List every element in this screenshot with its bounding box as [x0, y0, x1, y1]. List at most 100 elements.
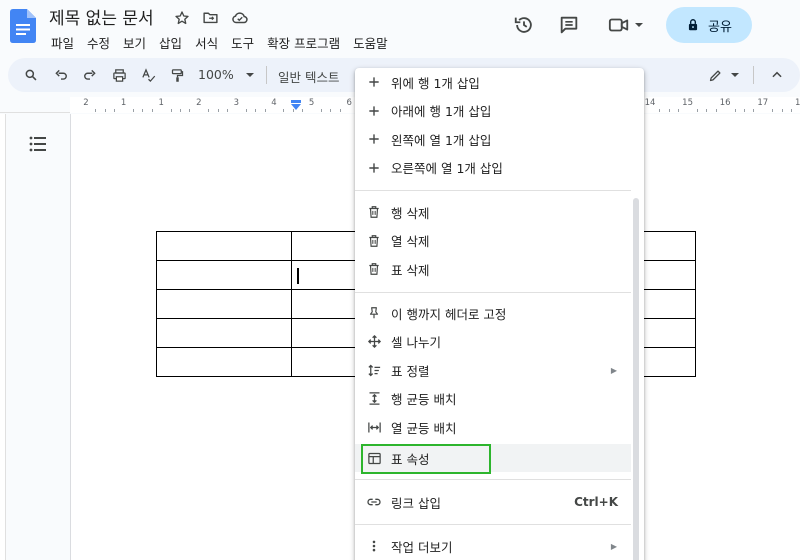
star-icon[interactable] — [172, 8, 191, 27]
ruler-number: 1 — [120, 98, 127, 108]
menu-item-pin-header-rows[interactable]: 이 행까지 헤더로 고정 — [355, 299, 631, 327]
menu-file[interactable]: 파일 — [46, 31, 79, 54]
table-cell[interactable] — [156, 289, 292, 319]
distribute-rows-icon — [365, 390, 383, 408]
menu-item-insert-link[interactable]: 링크 삽입 Ctrl+K — [355, 488, 631, 516]
history-icon[interactable] — [513, 14, 535, 36]
ruler-tick — [715, 109, 717, 112]
collapse-toolbar-icon[interactable] — [768, 66, 786, 84]
menu-bar: 파일 수정 보기 삽입 서식 도구 확장 프로그램 도움말 — [46, 31, 396, 54]
menu-tools[interactable]: 도구 — [226, 31, 259, 54]
menu-scrollbar[interactable] — [633, 198, 639, 560]
share-button[interactable]: 공유 — [666, 7, 752, 43]
document-outline-icon[interactable] — [28, 134, 48, 154]
submenu-arrow-icon: ▶ — [610, 365, 617, 375]
menu-item-insert-row-above[interactable]: 위에 행 1개 삽입 — [355, 68, 631, 96]
search-icon[interactable] — [22, 66, 40, 84]
menu-item-delete-row[interactable]: 행 삭제 — [355, 198, 631, 226]
table-cell[interactable] — [156, 260, 292, 290]
move-folder-icon[interactable] — [201, 8, 220, 27]
redo-icon[interactable] — [81, 66, 99, 84]
menu-format[interactable]: 서식 — [190, 31, 223, 54]
menu-insert[interactable]: 삽입 — [154, 31, 187, 54]
distribute-columns-icon — [365, 418, 383, 436]
app-header: 제목 없는 문서 파일 수정 보기 삽입 서식 도구 확장 프로그램 도움말 공… — [0, 0, 800, 56]
meet-video-icon[interactable] — [605, 14, 647, 36]
sort-icon — [365, 361, 383, 379]
ruler-tick — [114, 109, 116, 112]
menu-item-split-cell[interactable]: 셀 나누기 — [355, 328, 631, 356]
table-cell[interactable] — [156, 318, 292, 348]
ruler-tick — [781, 109, 783, 112]
menu-edit[interactable]: 수정 — [82, 31, 115, 54]
ruler-tick — [95, 109, 97, 112]
ruler-tick — [697, 109, 698, 112]
ruler-number: 18 — [794, 98, 800, 108]
indent-marker-icon[interactable] — [290, 100, 302, 110]
print-icon[interactable] — [110, 66, 128, 84]
ruler-tick — [170, 109, 172, 112]
document-title[interactable]: 제목 없는 문서 — [49, 4, 154, 29]
ruler-number: 17 — [757, 98, 769, 108]
ruler-number: 16 — [719, 98, 731, 108]
menu-item-sort-table[interactable]: 표 정렬 ▶ — [355, 356, 631, 384]
menu-extensions[interactable]: 확장 프로그램 — [262, 31, 345, 54]
ruler-number: 14 — [644, 98, 656, 108]
ruler-tick — [208, 109, 210, 112]
comment-icon[interactable] — [558, 14, 580, 36]
plus-icon — [365, 73, 383, 91]
ruler-number: 6 — [346, 98, 352, 108]
menu-item-distribute-columns[interactable]: 열 균등 배치 — [355, 413, 631, 441]
menu-view[interactable]: 보기 — [118, 31, 151, 54]
ruler-tick — [142, 109, 144, 112]
ruler-tick — [330, 109, 332, 112]
ruler-number: 2 — [196, 98, 202, 108]
menu-item-distribute-rows[interactable]: 행 균등 배치 — [355, 385, 631, 413]
menu-item-more-actions[interactable]: 작업 더보기 ▶ — [355, 532, 631, 560]
mode-caret-icon[interactable] — [726, 66, 744, 84]
menu-divider — [355, 292, 631, 293]
highlight-annotation-box — [361, 444, 491, 474]
ruler-tick — [189, 109, 191, 112]
vertical-ruler[interactable] — [0, 114, 6, 560]
cloud-status-icon[interactable] — [230, 8, 249, 27]
menu-item-delete-column[interactable]: 열 삭제 — [355, 227, 631, 255]
submenu-arrow-icon: ▶ — [610, 541, 617, 551]
shortcut-label: Ctrl+K — [574, 495, 618, 509]
menu-help[interactable]: 도움말 — [348, 31, 393, 54]
undo-icon[interactable] — [52, 66, 70, 84]
paint-format-icon[interactable] — [168, 66, 186, 84]
trash-icon — [365, 232, 383, 250]
pen-mode-icon[interactable] — [706, 66, 724, 84]
docs-logo-icon[interactable] — [10, 9, 36, 43]
zoom-caret-icon[interactable] — [241, 66, 259, 84]
spellcheck-icon[interactable] — [139, 66, 157, 84]
menu-item-insert-column-left[interactable]: 왼쪽에 열 1개 삽입 — [355, 125, 631, 153]
ruler-number: 4 — [271, 98, 277, 108]
table-cell[interactable] — [156, 347, 292, 377]
ruler-number: 5 — [308, 98, 315, 108]
ruler-tick — [668, 109, 670, 112]
ruler-number: 2 — [83, 98, 89, 108]
ruler-tick — [283, 109, 285, 112]
text-cursor — [297, 268, 299, 284]
table-cell[interactable] — [156, 231, 292, 261]
paragraph-style-select[interactable]: 일반 텍스트 — [278, 67, 339, 86]
plus-icon — [365, 130, 383, 148]
toolbar-divider — [266, 66, 267, 84]
ruler-tick — [151, 109, 153, 112]
menu-item-delete-table[interactable]: 표 삭제 — [355, 255, 631, 283]
ruler-tick — [772, 109, 774, 112]
zoom-select[interactable]: 100% — [198, 67, 234, 82]
ruler-number: 15 — [682, 98, 694, 108]
toolbar-divider — [753, 66, 754, 84]
lock-icon — [688, 19, 698, 31]
ruler-tick — [180, 109, 181, 112]
ruler-tick — [133, 109, 134, 112]
ruler-tick — [339, 109, 341, 112]
trash-icon — [365, 203, 383, 221]
ruler-number: 1 — [158, 98, 164, 108]
ruler-tick — [104, 109, 106, 112]
menu-item-insert-row-below[interactable]: 아래에 행 1개 삽입 — [355, 97, 631, 125]
menu-item-insert-column-right[interactable]: 오른쪽에 열 1개 삽입 — [355, 154, 631, 182]
